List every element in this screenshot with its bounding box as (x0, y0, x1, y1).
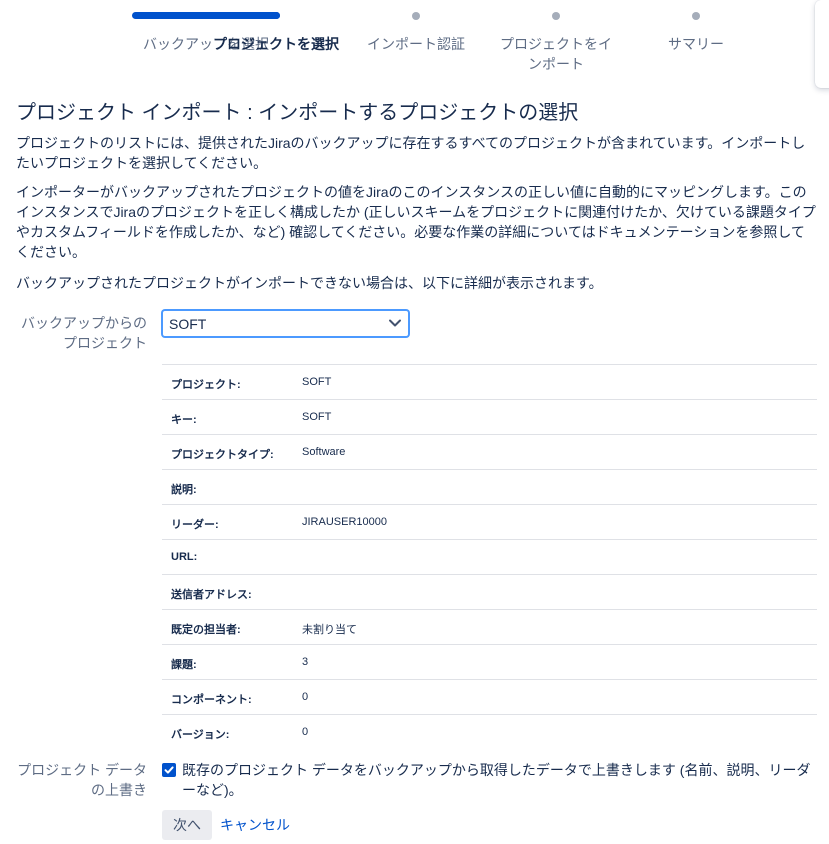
details-key: キー: (171, 414, 197, 426)
tracker-step-label: サマリー (668, 36, 724, 52)
details-row: 既定の担当者: 未割り当て (162, 609, 817, 644)
tracker-step-label: プロジェクトをインポート (500, 36, 612, 72)
project-select-label: バックアップからのプロジェクト (21, 315, 147, 351)
overwrite-label: プロジェクト データの上書き (17, 762, 147, 798)
cancel-link[interactable]: キャンセル (220, 815, 290, 835)
details-key: バージョン: (171, 729, 230, 741)
overwrite-checkbox-text[interactable]: 既存のプロジェクト データをバックアップから取得したデータで上書きします (名前… (182, 760, 812, 800)
details-key: 既定の担当者: (171, 624, 241, 636)
details-value: SOFT (302, 376, 332, 388)
project-details-table: プロジェクト: SOFT キー: SOFT プロジェクトタイプ: Software 説明: リ… (162, 364, 817, 749)
side-panel-edge (815, 0, 829, 88)
overwrite-checkbox[interactable] (162, 763, 176, 777)
details-value: Software (302, 446, 346, 458)
page-title: プロジェクト インポート : インポートするプロジェクトの選択 (16, 102, 579, 124)
progress-tracker: バックアップを選択 プロジェクトを選択 インポート認証 プロジェクトをインポート… (0, 0, 800, 80)
checkmark-icon (164, 766, 174, 774)
project-select[interactable]: SOFT (162, 310, 409, 337)
tracker-dot (552, 12, 560, 20)
details-value: 3 (302, 656, 309, 668)
details-row: プロジェクト: SOFT (162, 364, 817, 399)
chevron-down-icon (389, 319, 401, 327)
details-key: URL: (171, 551, 198, 563)
details-row: キー: SOFT (162, 399, 817, 434)
details-row: 課題: 3 (162, 644, 817, 679)
details-row: コンポーネント: 0 (162, 679, 817, 714)
tracker-dot (692, 12, 700, 20)
details-value: SOFT (302, 411, 332, 423)
details-row: 説明: (162, 469, 817, 504)
tracker-bar-current (140, 12, 280, 19)
details-row: プロジェクトタイプ: Software (162, 434, 817, 469)
details-value: 0 (302, 691, 309, 703)
details-value: 未割り当て (302, 624, 357, 636)
mapping-paragraph: インポーターがバックアップされたプロジェクトの値をJiraのこのインスタンスの正… (16, 184, 816, 260)
tracker-step-label-current: プロジェクトを選択 (213, 36, 339, 52)
details-key: リーダー: (171, 519, 219, 531)
tracker-step-label: インポート認証 (367, 36, 465, 52)
project-select-value: SOFT (169, 316, 207, 332)
details-value: 0 (302, 726, 309, 738)
details-key: 説明: (171, 484, 197, 496)
error-info-paragraph: バックアップされたプロジェクトがインポートできない場合は、以下に詳細が表示されま… (16, 275, 603, 291)
details-row: バージョン: 0 (162, 714, 817, 749)
intro-paragraph: プロジェクトのリストには、提供されたJiraのバックアップに存在するすべてのプロ… (16, 135, 806, 171)
next-button[interactable]: 次へ (162, 810, 212, 840)
details-key: 送信者アドレス: (171, 589, 252, 601)
details-key: 課題: (171, 659, 197, 671)
details-value: JIRAUSER10000 (302, 516, 387, 528)
details-key: コンポーネント: (171, 694, 252, 706)
details-key: プロジェクトタイプ: (171, 449, 274, 461)
tracker-dot (412, 12, 420, 20)
details-row: URL: (162, 539, 817, 574)
details-row: 送信者アドレス: (162, 574, 817, 609)
details-row: リーダー: JIRAUSER10000 (162, 504, 817, 539)
details-key: プロジェクト: (171, 379, 241, 391)
